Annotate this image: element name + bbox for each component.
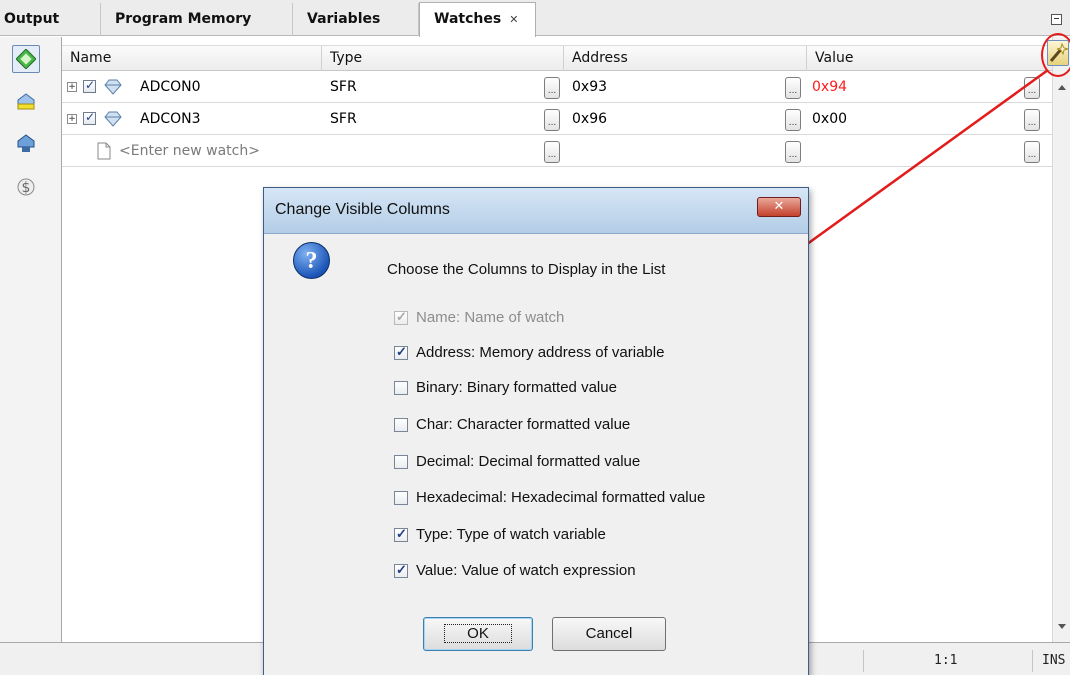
option-checkbox[interactable]: [394, 491, 408, 505]
watch-value[interactable]: 0x94: [812, 71, 847, 103]
expand-icon[interactable]: +: [67, 114, 77, 124]
option-checkbox: [394, 309, 408, 325]
enable-checkbox[interactable]: [83, 78, 96, 93]
status-divider: [863, 650, 864, 672]
new-watch-row[interactable]: <Enter new watch> ... ... ...: [62, 135, 1052, 167]
watch-yellow-icon[interactable]: [12, 87, 40, 115]
option-checkbox[interactable]: [394, 344, 408, 360]
watch-toolbar: $: [0, 37, 62, 642]
option-checkbox[interactable]: [394, 418, 408, 432]
address-edit-button[interactable]: ...: [785, 77, 801, 99]
column-header-name[interactable]: Name: [62, 46, 322, 71]
document-icon: [97, 142, 111, 160]
caret-position: 1:1: [934, 653, 958, 668]
tab-program-memory[interactable]: Program Memory: [101, 3, 293, 36]
new-watch-input[interactable]: <Enter new watch>: [119, 135, 260, 167]
option-checkbox[interactable]: [394, 526, 408, 542]
add-watch-icon[interactable]: [12, 45, 40, 73]
change-visible-columns-dialog: Change Visible Columns ✕ ? Choose the Co…: [263, 187, 809, 675]
address-edit-button[interactable]: ...: [785, 141, 801, 163]
name-edit-button[interactable]: ...: [544, 141, 560, 163]
watch-address: 0x93: [572, 79, 608, 95]
watch-blue-icon[interactable]: [12, 129, 40, 157]
status-divider: [1032, 650, 1033, 672]
dialog-titlebar[interactable]: Change Visible Columns ✕: [264, 188, 808, 234]
option-label: Binary: Binary formatted value: [416, 379, 617, 396]
tab-bar: Output Program Memory Variables Watches ✕: [0, 0, 1070, 37]
watch-name: ADCON3: [140, 111, 201, 127]
scroll-up-icon[interactable]: [1057, 83, 1067, 91]
tab-label: Output: [4, 11, 60, 27]
svg-text:$: $: [22, 180, 31, 196]
tab-output[interactable]: Output: [0, 3, 101, 36]
value-edit-button[interactable]: ...: [1024, 141, 1040, 163]
minimize-icon[interactable]: [1051, 14, 1062, 25]
option-checkbox[interactable]: [394, 455, 408, 469]
sfr-icon: [104, 111, 122, 127]
option-checkbox[interactable]: [394, 562, 408, 578]
insert-mode: INS: [1042, 653, 1066, 668]
sfr-icon: [104, 79, 122, 95]
watch-type: SFR: [330, 79, 357, 95]
name-edit-button[interactable]: ...: [544, 109, 560, 131]
column-header-address[interactable]: Address: [564, 46, 807, 71]
table-row[interactable]: + ADCON0 SFR ... 0x93 ... 0x94 ...: [62, 71, 1052, 103]
vertical-scrollbar[interactable]: [1052, 37, 1070, 642]
tab-label: Watches: [434, 11, 502, 27]
cancel-button[interactable]: Cancel: [552, 617, 666, 651]
address-edit-button[interactable]: ...: [785, 109, 801, 131]
expand-icon[interactable]: +: [67, 82, 77, 92]
table-row[interactable]: + ADCON3 SFR ... 0x96 ... 0x00 ...: [62, 103, 1052, 135]
dollar-icon[interactable]: $: [12, 173, 40, 201]
option-label: Type: Type of watch variable: [416, 526, 606, 543]
close-icon[interactable]: ✕: [757, 197, 801, 217]
option-label: Hexadecimal: Hexadecimal formatted value: [416, 489, 706, 506]
tab-watches[interactable]: Watches ✕: [419, 2, 536, 37]
option-checkbox[interactable]: [394, 381, 408, 395]
grid-header: Name Type Address Value: [62, 45, 1052, 71]
dialog-title: Change Visible Columns: [275, 201, 450, 218]
watch-address: 0x96: [572, 111, 608, 127]
enable-checkbox[interactable]: [83, 110, 96, 125]
ok-button[interactable]: OK: [423, 617, 533, 651]
annotation-circle: [1041, 33, 1070, 77]
question-icon: ?: [293, 242, 330, 279]
value-edit-button[interactable]: ...: [1024, 109, 1040, 131]
tab-label: Program Memory: [115, 11, 252, 27]
watch-name: ADCON0: [140, 79, 201, 95]
option-label: Char: Character formatted value: [416, 416, 631, 433]
name-edit-button[interactable]: ...: [544, 77, 560, 99]
option-label: Address: Memory address of variable: [416, 344, 665, 361]
ok-label: OK: [444, 624, 512, 643]
scroll-down-icon[interactable]: [1057, 623, 1067, 631]
option-label: Decimal: Decimal formatted value: [416, 453, 641, 470]
dialog-prompt: Choose the Columns to Display in the Lis…: [387, 261, 666, 278]
column-header-type[interactable]: Type: [322, 46, 564, 71]
dialog-body: ? Choose the Columns to Display in the L…: [273, 235, 800, 675]
option-label: Value: Value of watch expression: [416, 562, 636, 579]
tab-variables[interactable]: Variables: [293, 3, 419, 36]
watch-value[interactable]: 0x00: [812, 103, 847, 135]
option-label: Name: Name of watch: [416, 309, 565, 326]
tab-label: Variables: [307, 11, 381, 27]
value-edit-button[interactable]: ...: [1024, 77, 1040, 99]
watch-type: SFR: [330, 111, 357, 127]
tab-close-icon[interactable]: ✕: [509, 13, 518, 26]
column-header-value[interactable]: Value: [807, 46, 1052, 71]
